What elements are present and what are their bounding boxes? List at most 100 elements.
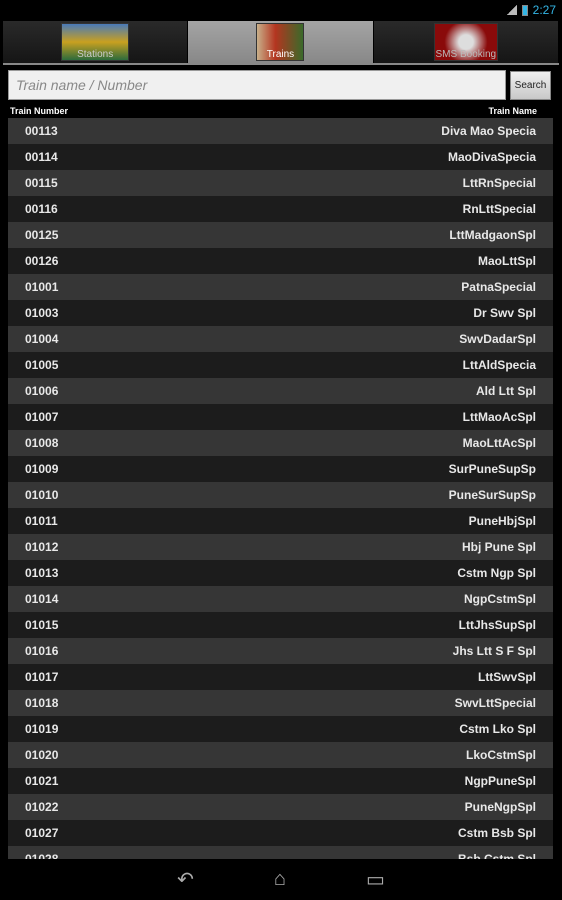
table-row[interactable]: 01012 Hbj Pune Spl bbox=[8, 534, 553, 560]
train-number: 01006 bbox=[25, 384, 59, 398]
table-row[interactable]: 01010 PuneSurSupSp bbox=[8, 482, 553, 508]
search-input[interactable]: Train name / Number bbox=[8, 70, 506, 100]
train-number: 01013 bbox=[25, 566, 59, 580]
train-name: LttJhsSupSpl bbox=[458, 618, 536, 632]
train-name: PuneNgpSpl bbox=[464, 800, 536, 814]
table-row[interactable]: 00125 LttMadgaonSpl bbox=[8, 222, 553, 248]
table-row[interactable]: 01020 LkoCstmSpl bbox=[8, 742, 553, 768]
train-number: 01014 bbox=[25, 592, 59, 606]
search-placeholder: Train name / Number bbox=[16, 77, 148, 93]
table-row[interactable]: 01022 PuneNgpSpl bbox=[8, 794, 553, 820]
table-row[interactable]: 00113 Diva Mao Specia bbox=[8, 118, 553, 144]
column-train-name: Train Name bbox=[488, 106, 537, 116]
train-number: 01005 bbox=[25, 358, 59, 372]
train-number: 01015 bbox=[25, 618, 59, 632]
column-train-number: Train Number bbox=[10, 106, 69, 116]
table-row[interactable]: 00126 MaoLttSpl bbox=[8, 248, 553, 274]
stations-image: Stations bbox=[61, 23, 130, 61]
train-name: SwvLttSpecial bbox=[454, 696, 536, 710]
table-row[interactable]: 01007 LttMaoAcSpl bbox=[8, 404, 553, 430]
table-row[interactable]: 00116 RnLttSpecial bbox=[8, 196, 553, 222]
train-number: 00126 bbox=[25, 254, 59, 268]
train-name: Diva Mao Specia bbox=[441, 124, 536, 138]
table-row[interactable]: 01013 Cstm Ngp Spl bbox=[8, 560, 553, 586]
table-row[interactable]: 00115 LttRnSpecial bbox=[8, 170, 553, 196]
home-icon[interactable]: ⌂ bbox=[274, 868, 286, 891]
train-number: 01020 bbox=[25, 748, 59, 762]
train-name: Ald Ltt Spl bbox=[476, 384, 536, 398]
train-name: Cstm Bsb Spl bbox=[457, 826, 536, 840]
train-name: LttRnSpecial bbox=[462, 176, 536, 190]
train-name: Cstm Ngp Spl bbox=[457, 566, 536, 580]
table-row[interactable]: 01006 Ald Ltt Spl bbox=[8, 378, 553, 404]
train-name: Cstm Lko Spl bbox=[459, 722, 536, 736]
tab-label: Stations bbox=[77, 49, 114, 60]
train-list[interactable]: 00113 Diva Mao Specia 00114 MaoDivaSpecia 00… bbox=[8, 118, 553, 859]
train-name: LttMaoAcSpl bbox=[462, 410, 536, 424]
train-number: 00114 bbox=[25, 150, 58, 164]
train-number: 00116 bbox=[25, 202, 58, 216]
table-row[interactable]: 01017 LttSwvSpl bbox=[8, 664, 553, 690]
train-name: Dr Swv Spl bbox=[473, 306, 536, 320]
table-row[interactable]: 01021 NgpPuneSpl bbox=[8, 768, 553, 794]
search-button[interactable]: Search bbox=[510, 71, 551, 100]
train-number: 01019 bbox=[25, 722, 59, 736]
train-number: 01003 bbox=[25, 306, 59, 320]
recent-apps-icon[interactable]: ▭ bbox=[366, 867, 385, 892]
train-number: 01004 bbox=[25, 332, 59, 346]
train-number: 00125 bbox=[25, 228, 59, 242]
table-row[interactable]: 01027 Cstm Bsb Spl bbox=[8, 820, 553, 846]
table-row[interactable]: 01014 NgpCstmSpl bbox=[8, 586, 553, 612]
train-number: 01027 bbox=[25, 826, 59, 840]
train-name: PuneHbjSpl bbox=[468, 514, 536, 528]
train-name: LkoCstmSpl bbox=[465, 748, 536, 762]
train-name: NgpPuneSpl bbox=[464, 774, 536, 788]
train-number: 00115 bbox=[25, 176, 58, 190]
table-row[interactable]: 01015 LttJhsSupSpl bbox=[8, 612, 553, 638]
table-row[interactable]: 01001 PatnaSpecial bbox=[8, 274, 553, 300]
signal-icon bbox=[506, 5, 517, 15]
train-number: 01018 bbox=[25, 696, 59, 710]
table-row[interactable]: 01009 SurPuneSupSp bbox=[8, 456, 553, 482]
train-name: MaoLttSpl bbox=[478, 254, 536, 268]
tab-stations[interactable]: Stations bbox=[3, 21, 189, 63]
train-name: NgpCstmSpl bbox=[464, 592, 536, 606]
sms-booking-image: SMS Booking bbox=[433, 23, 498, 61]
tab-trains[interactable]: Trains bbox=[188, 21, 374, 63]
train-number: 01016 bbox=[25, 644, 59, 658]
train-name: LttMadgaonSpl bbox=[449, 228, 536, 242]
table-row[interactable]: 01016 Jhs Ltt S F Spl bbox=[8, 638, 553, 664]
trains-image: Trains bbox=[256, 23, 305, 61]
train-number: 01017 bbox=[25, 670, 59, 684]
table-row[interactable]: 00114 MaoDivaSpecia bbox=[8, 144, 553, 170]
table-row[interactable]: 01008 MaoLttAcSpl bbox=[8, 430, 553, 456]
train-name: PuneSurSupSp bbox=[448, 488, 536, 502]
status-bar: 2:27 bbox=[0, 0, 562, 20]
train-name: LttSwvSpl bbox=[477, 670, 536, 684]
train-name: SwvDadarSpl bbox=[459, 332, 536, 346]
back-icon[interactable]: ↶ bbox=[177, 867, 194, 892]
table-row[interactable]: 01011 PuneHbjSpl bbox=[8, 508, 553, 534]
table-row[interactable]: 01005 LttAldSpecia bbox=[8, 352, 553, 378]
train-name: PatnaSpecial bbox=[461, 280, 536, 294]
table-row[interactable]: 01003 Dr Swv Spl bbox=[8, 300, 553, 326]
train-number: 01010 bbox=[25, 488, 59, 502]
tab-sms-booking[interactable]: SMS Booking bbox=[373, 21, 559, 63]
list-header: Train Number Train Name bbox=[10, 106, 537, 116]
table-row[interactable]: 01019 Cstm Lko Spl bbox=[8, 716, 553, 742]
train-name: SurPuneSupSp bbox=[448, 462, 536, 476]
train-number: 01007 bbox=[25, 410, 59, 424]
table-row[interactable]: 01018 SwvLttSpecial bbox=[8, 690, 553, 716]
train-number: 01022 bbox=[25, 800, 59, 814]
tab-label: Trains bbox=[266, 49, 295, 60]
train-number: 00113 bbox=[25, 124, 58, 138]
train-name: Jhs Ltt S F Spl bbox=[452, 644, 536, 658]
table-row[interactable]: 01004 SwvDadarSpl bbox=[8, 326, 553, 352]
train-name: RnLttSpecial bbox=[462, 202, 536, 216]
train-name: MaoDivaSpecia bbox=[447, 150, 536, 164]
train-number: 01012 bbox=[25, 540, 59, 554]
navigation-bar: ↶ ⌂ ▭ bbox=[0, 858, 562, 900]
train-number: 01021 bbox=[25, 774, 59, 788]
train-number: 01011 bbox=[25, 514, 58, 528]
tab-label: SMS Booking bbox=[435, 49, 497, 60]
